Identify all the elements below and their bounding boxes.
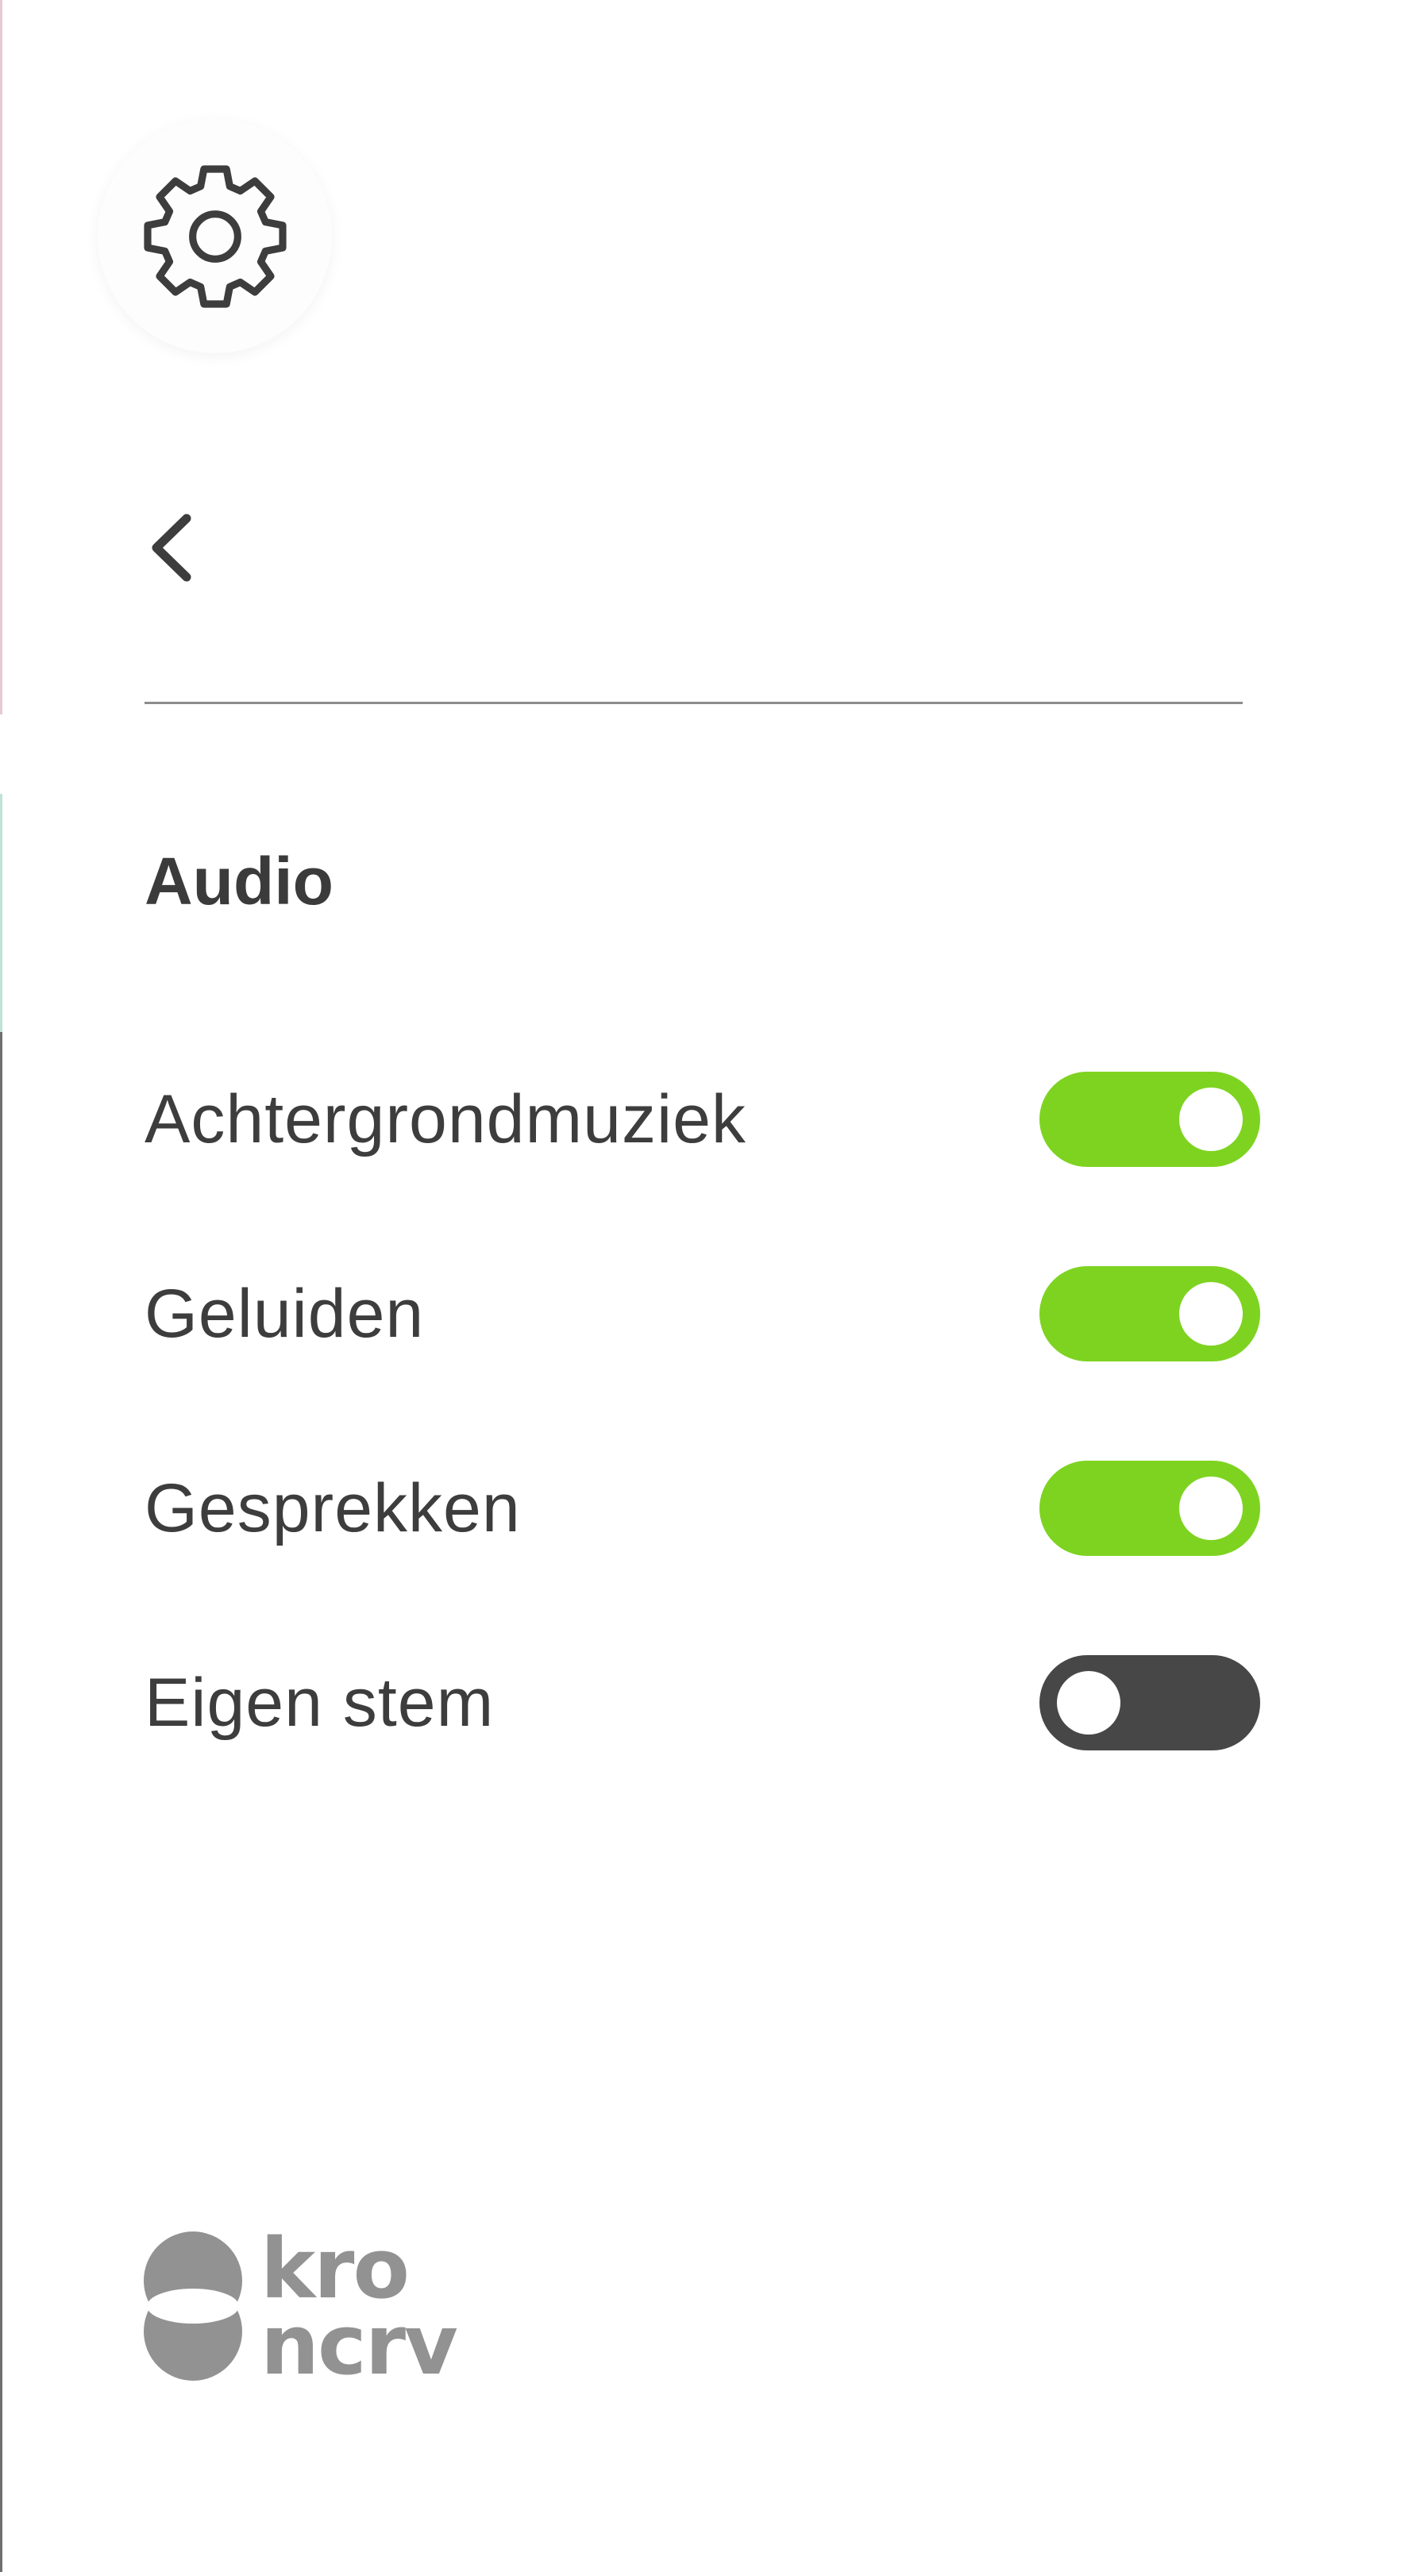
setting-row-geluiden: Geluiden [145,1262,1260,1365]
setting-label: Achtergrondmuziek [145,1081,746,1157]
setting-label: Eigen stem [145,1665,495,1741]
divider [145,702,1243,704]
toggle-knob [1179,1477,1243,1540]
chevron-left-icon [152,514,191,582]
toggle-gesprekken[interactable] [1039,1461,1260,1556]
toggle-knob [1057,1671,1120,1735]
toggle-eigen-stem[interactable] [1039,1655,1260,1750]
section-title: Audio [145,844,334,918]
setting-label: Geluiden [145,1276,425,1352]
back-button[interactable] [135,500,206,595]
toggle-knob [1179,1088,1243,1151]
logo-text: kro ncrv [260,2220,458,2393]
settings-button[interactable] [98,119,332,353]
toggle-achtergrondmuziek[interactable] [1039,1072,1260,1167]
logo-text-line1: kro [260,2220,410,2317]
gear-icon [143,164,287,308]
logo-mark-icon [144,2231,242,2381]
left-edge-strip [0,0,2,2572]
setting-row-achtergrondmuziek: Achtergrondmuziek [145,1068,1260,1171]
kro-ncrv-logo: kro ncrv [141,2220,475,2393]
toggle-knob [1179,1282,1243,1346]
setting-label: Gesprekken [145,1470,521,1546]
toggle-geluiden[interactable] [1039,1266,1260,1361]
setting-row-eigen-stem: Eigen stem [145,1651,1260,1754]
setting-row-gesprekken: Gesprekken [145,1457,1260,1560]
logo-text-line2: ncrv [260,2297,458,2393]
